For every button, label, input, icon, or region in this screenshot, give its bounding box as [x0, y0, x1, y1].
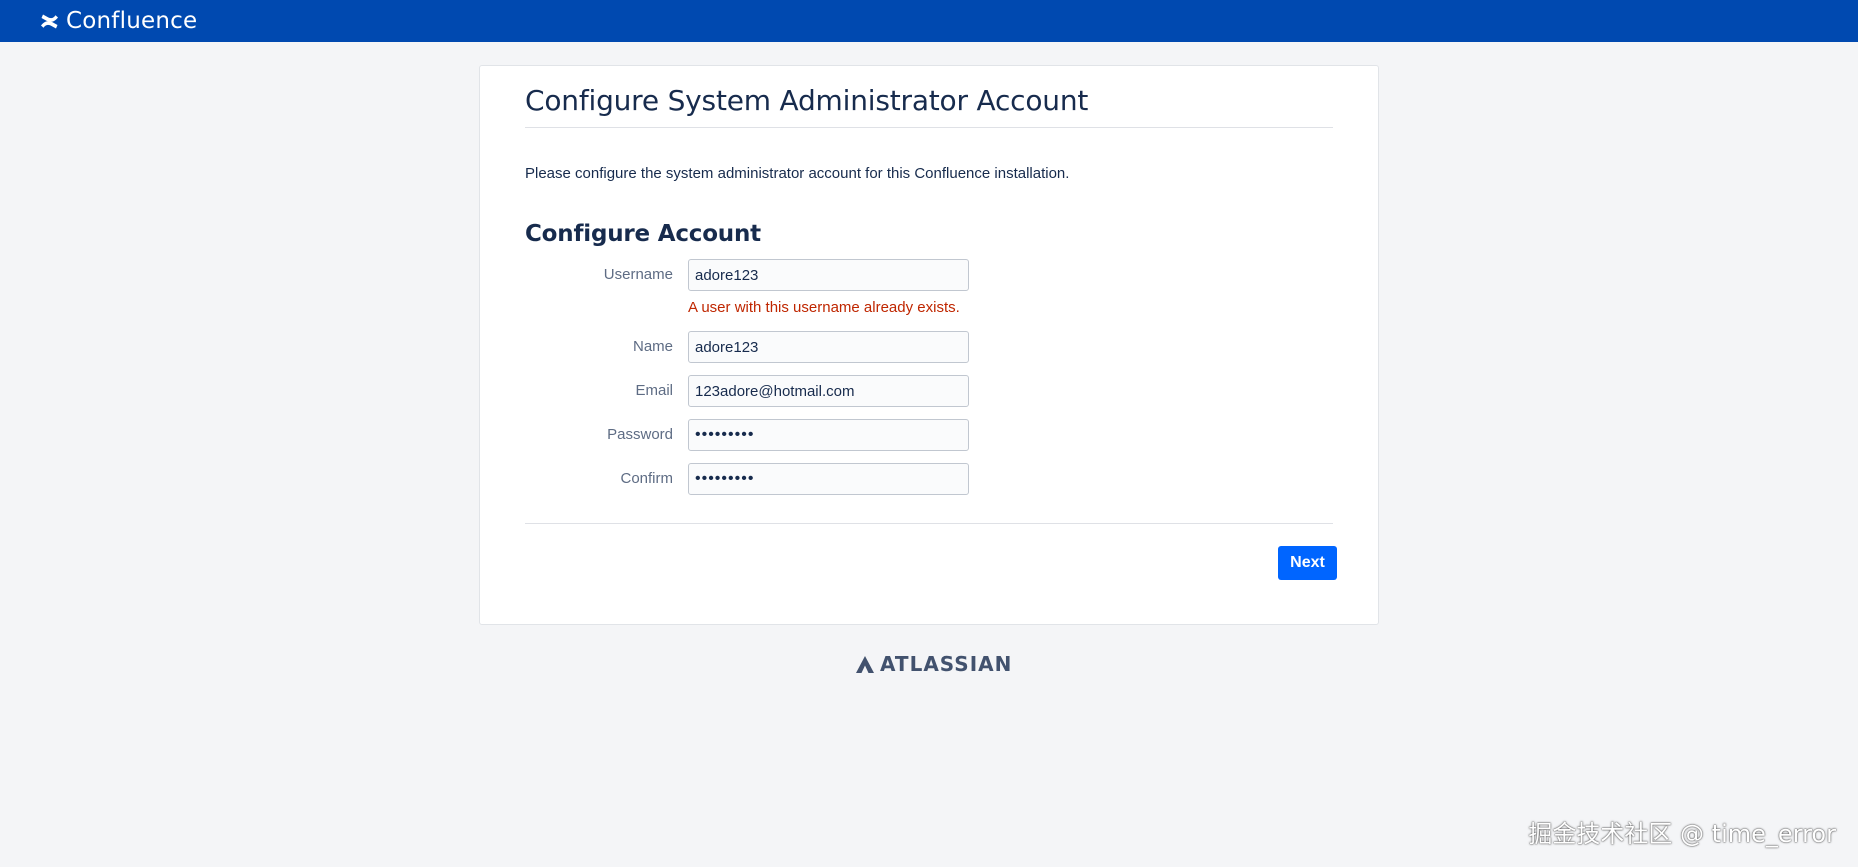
name-input[interactable]: adore123 [688, 331, 969, 363]
email-label: Email [635, 382, 673, 399]
page-title: Configure System Administrator Account [525, 84, 1089, 117]
email-input[interactable]: 123adore@hotmail.com [688, 375, 969, 407]
username-error-message: A user with this username already exists… [688, 299, 960, 316]
footer-brand[interactable]: ATLASSIAN [856, 652, 1012, 676]
next-button[interactable]: Next [1278, 546, 1337, 580]
username-label: Username [603, 266, 673, 283]
intro-text: Please configure the system administrato… [525, 165, 1070, 182]
username-input[interactable]: adore123 [688, 259, 969, 291]
top-navigation-bar: Confluence [0, 0, 1858, 42]
name-label: Name [632, 338, 673, 355]
confirm-label: Confirm [620, 470, 673, 487]
watermark-text: 掘金技术社区 @ time_error [1528, 820, 1836, 848]
atlassian-wordmark: ATLASSIAN [880, 652, 1013, 676]
name-row: Name adore123 [525, 331, 1333, 363]
title-divider [525, 127, 1333, 128]
confirm-password-input[interactable]: ••••••••• [688, 463, 969, 495]
confluence-logo[interactable]: Confluence [40, 0, 197, 42]
form-divider [525, 523, 1333, 524]
username-row: Username adore123 [525, 259, 1333, 291]
atlassian-logo-icon [856, 655, 874, 673]
confluence-logo-icon [41, 14, 58, 28]
email-row: Email 123adore@hotmail.com [525, 375, 1333, 407]
product-name: Confluence [66, 8, 198, 34]
password-label: Password [607, 426, 673, 443]
password-row: Password ••••••••• [525, 419, 1333, 451]
password-input[interactable]: ••••••••• [688, 419, 969, 451]
section-title: Configure Account [525, 221, 761, 247]
confirm-row: Confirm ••••••••• [525, 463, 1333, 495]
setup-panel: Configure System Administrator Account P… [479, 65, 1379, 625]
